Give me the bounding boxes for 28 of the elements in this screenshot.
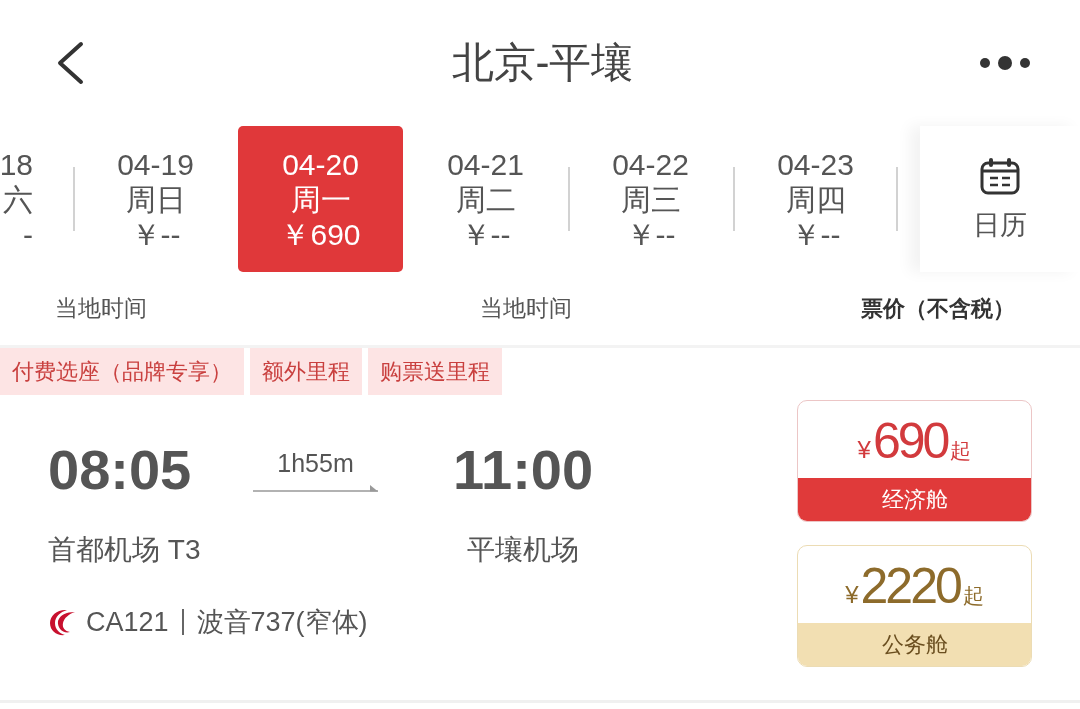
date-tab[interactable]: 04-22 周三 ￥-- <box>568 126 733 272</box>
page-title: 北京-平壤 <box>451 38 634 88</box>
departure-airport: 首都机场 T3 <box>48 533 201 567</box>
date-tab[interactable]: 04-23 周四 ￥-- <box>733 126 898 272</box>
date-tab[interactable]: 04-20 周一 ￥690 <box>238 126 403 272</box>
column-header: 当地时间 <box>480 294 573 323</box>
back-icon[interactable] <box>55 41 85 85</box>
airline-logo-icon <box>48 608 76 636</box>
date-tab[interactable]: 04-19 周日 ￥-- <box>73 126 238 272</box>
calendar-icon <box>980 157 1020 195</box>
arrival-airport: 平壤机场 <box>467 533 579 567</box>
duration-text: 1h55m <box>277 448 354 478</box>
date-tab[interactable]: 04-21 周二 ￥-- <box>403 126 568 272</box>
column-header: 票价（不含税） <box>861 294 1015 323</box>
fare-card[interactable]: ¥2220起 公务舱 <box>797 545 1032 667</box>
feature-tag: 购票送里程 <box>368 348 502 395</box>
departure-time: 08:05 <box>48 437 192 503</box>
arrival-time: 11:00 <box>453 437 594 503</box>
more-icon[interactable] <box>980 56 1030 70</box>
arrow-icon <box>253 484 378 492</box>
feature-tag: 付费选座（品牌专享） <box>0 348 244 395</box>
aircraft-type: 波音737(窄体) <box>196 606 368 639</box>
feature-tag: 额外里程 <box>250 348 362 395</box>
column-header: 当地时间 <box>55 294 148 323</box>
flight-number: CA121 <box>86 606 169 639</box>
calendar-button[interactable]: 日历 <box>920 126 1080 272</box>
fare-card[interactable]: ¥690起 经济舱 <box>797 400 1032 522</box>
date-tab[interactable]: 18 六 - <box>0 126 73 272</box>
